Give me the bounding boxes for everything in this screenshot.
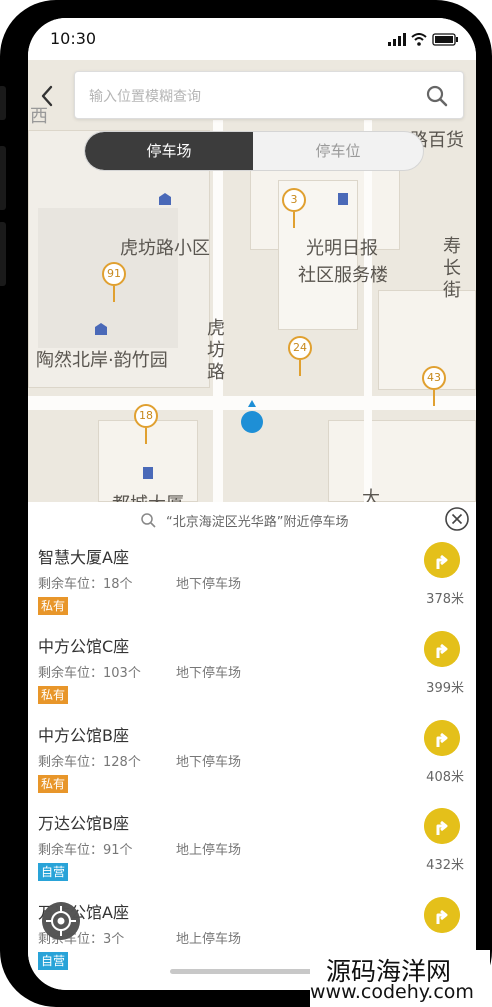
battery-icon xyxy=(432,33,458,46)
marker-stem xyxy=(293,212,295,228)
navigate-icon[interactable] xyxy=(424,631,460,667)
parking-distance: 378米 xyxy=(426,592,464,607)
parking-remaining: 剩余车位：128个 xyxy=(38,755,141,770)
marker-stem xyxy=(299,360,301,376)
parking-name: 万达公馆B座 xyxy=(38,814,129,833)
navigate-icon[interactable] xyxy=(424,720,460,756)
map-label: 大 xyxy=(362,488,380,502)
parking-badge: 自营 xyxy=(38,863,69,881)
building-icon xyxy=(95,323,107,335)
parking-list-item[interactable]: 智慧大厦A座 剩余车位：18个 地下停车场 私有 378米 xyxy=(28,542,476,630)
segment-tabs: 停车场 停车位 xyxy=(84,131,424,171)
building-icon xyxy=(338,193,348,205)
parking-list-panel: “北京海淀区光华路”附近停车场 智慧大厦A座 剩余车位：18个 地下停车场 私有… xyxy=(28,502,476,990)
search-icon xyxy=(141,513,156,528)
phone-frame: 10:30 虎坊路小区 光明日报 社区服务楼 陶然北岸·韵竹园 虎坊路 寿长街 … xyxy=(0,0,492,1007)
marker-stem xyxy=(145,428,147,444)
map-label: 社区服务楼 xyxy=(298,265,388,286)
screen: 10:30 虎坊路小区 光明日报 社区服务楼 陶然北岸·韵竹园 虎坊路 寿长街 … xyxy=(28,18,476,990)
map-block xyxy=(328,420,476,502)
parking-name: 中方公馆C座 xyxy=(38,637,130,656)
parking-name: 中方公馆B座 xyxy=(38,726,129,745)
search-icon[interactable] xyxy=(425,84,449,108)
parking-distance: 432米 xyxy=(426,858,464,873)
tab-parking-lot[interactable]: 停车场 xyxy=(85,132,253,170)
parking-remaining: 剩余车位：18个 xyxy=(38,577,133,592)
back-arrow-icon[interactable] xyxy=(38,84,58,108)
navigate-icon[interactable] xyxy=(424,542,460,578)
parking-distance: 408米 xyxy=(426,770,464,785)
parking-badge: 私有 xyxy=(38,597,69,615)
parking-badge: 自营 xyxy=(38,952,69,970)
road xyxy=(364,120,372,502)
status-bar: 10:30 xyxy=(28,18,476,60)
locate-me-icon[interactable] xyxy=(42,902,80,940)
parking-list-item[interactable]: 中方公馆C座 剩余车位：103个 地下停车场 私有 399米 xyxy=(28,631,476,719)
parking-type: 地下停车场 xyxy=(176,666,242,681)
parking-badge: 私有 xyxy=(38,775,69,793)
map-label: 虎坊路 xyxy=(207,318,225,383)
navigate-icon[interactable] xyxy=(424,808,460,844)
nearby-heading: “北京海淀区光华路”附近停车场 xyxy=(166,515,349,530)
building-icon xyxy=(159,193,171,205)
navigate-icon[interactable] xyxy=(424,897,460,933)
watermark: 源码海洋网 www.codehy.com xyxy=(310,950,490,1007)
road xyxy=(213,120,223,502)
map-label: 虎坊路小区 xyxy=(120,238,210,259)
parking-type: 地下停车场 xyxy=(176,755,242,770)
panel-header: “北京海淀区光华路”附近停车场 xyxy=(28,502,476,538)
search-input[interactable]: 输入位置模糊查询 xyxy=(89,86,201,106)
parking-marker-count: 24 xyxy=(288,336,312,360)
marker-stem xyxy=(433,390,435,406)
parking-type: 地上停车场 xyxy=(176,932,242,947)
volume-down-button xyxy=(0,222,6,286)
map-label: 寿长街 xyxy=(443,236,461,301)
parking-type: 地上停车场 xyxy=(176,843,242,858)
mute-switch xyxy=(0,86,6,120)
map-view[interactable]: 虎坊路小区 光明日报 社区服务楼 陶然北岸·韵竹园 都城大厦 虎坊路 寿长街 路… xyxy=(28,60,476,502)
search-bar[interactable]: 输入位置模糊查询 xyxy=(74,71,464,119)
status-time: 10:30 xyxy=(50,29,97,48)
status-icons xyxy=(388,33,458,46)
parking-list-item[interactable]: 万达公馆B座 剩余车位：91个 地上停车场 自营 432米 xyxy=(28,808,476,896)
wifi-icon xyxy=(411,33,427,46)
parking-marker-count: 43 xyxy=(422,366,446,390)
parking-marker-count: 3 xyxy=(282,188,306,212)
parking-remaining: 剩余车位：103个 xyxy=(38,666,141,681)
parking-distance: 399米 xyxy=(426,681,464,696)
parking-type: 地下停车场 xyxy=(176,577,242,592)
volume-up-button xyxy=(0,146,6,210)
map-label: 都城大厦 xyxy=(112,490,184,502)
current-location-icon xyxy=(241,400,263,433)
map-label: 光明日报 xyxy=(306,238,378,259)
parking-marker-count: 18 xyxy=(134,404,158,428)
parking-marker[interactable]: 3 xyxy=(282,188,306,228)
map-label: 陶然北岸·韵竹园 xyxy=(36,350,168,371)
marker-stem xyxy=(113,286,115,302)
parking-marker[interactable]: 18 xyxy=(134,404,158,444)
parking-name: 智慧大厦A座 xyxy=(38,548,129,567)
tab-parking-space[interactable]: 停车位 xyxy=(253,132,423,170)
signal-icon xyxy=(388,33,406,46)
home-indicator[interactable] xyxy=(170,969,330,974)
parking-marker[interactable]: 43 xyxy=(422,366,446,406)
building-icon xyxy=(143,467,153,479)
parking-marker[interactable]: 91 xyxy=(102,262,126,302)
parking-marker-count: 91 xyxy=(102,262,126,286)
watermark-line2: www.codehy.com xyxy=(310,981,474,1003)
parking-remaining: 剩余车位：91个 xyxy=(38,843,133,858)
parking-badge: 私有 xyxy=(38,686,69,704)
parking-marker[interactable]: 24 xyxy=(288,336,312,376)
parking-list-item[interactable]: 中方公馆B座 剩余车位：128个 地下停车场 私有 408米 xyxy=(28,720,476,808)
close-icon[interactable] xyxy=(444,506,470,532)
